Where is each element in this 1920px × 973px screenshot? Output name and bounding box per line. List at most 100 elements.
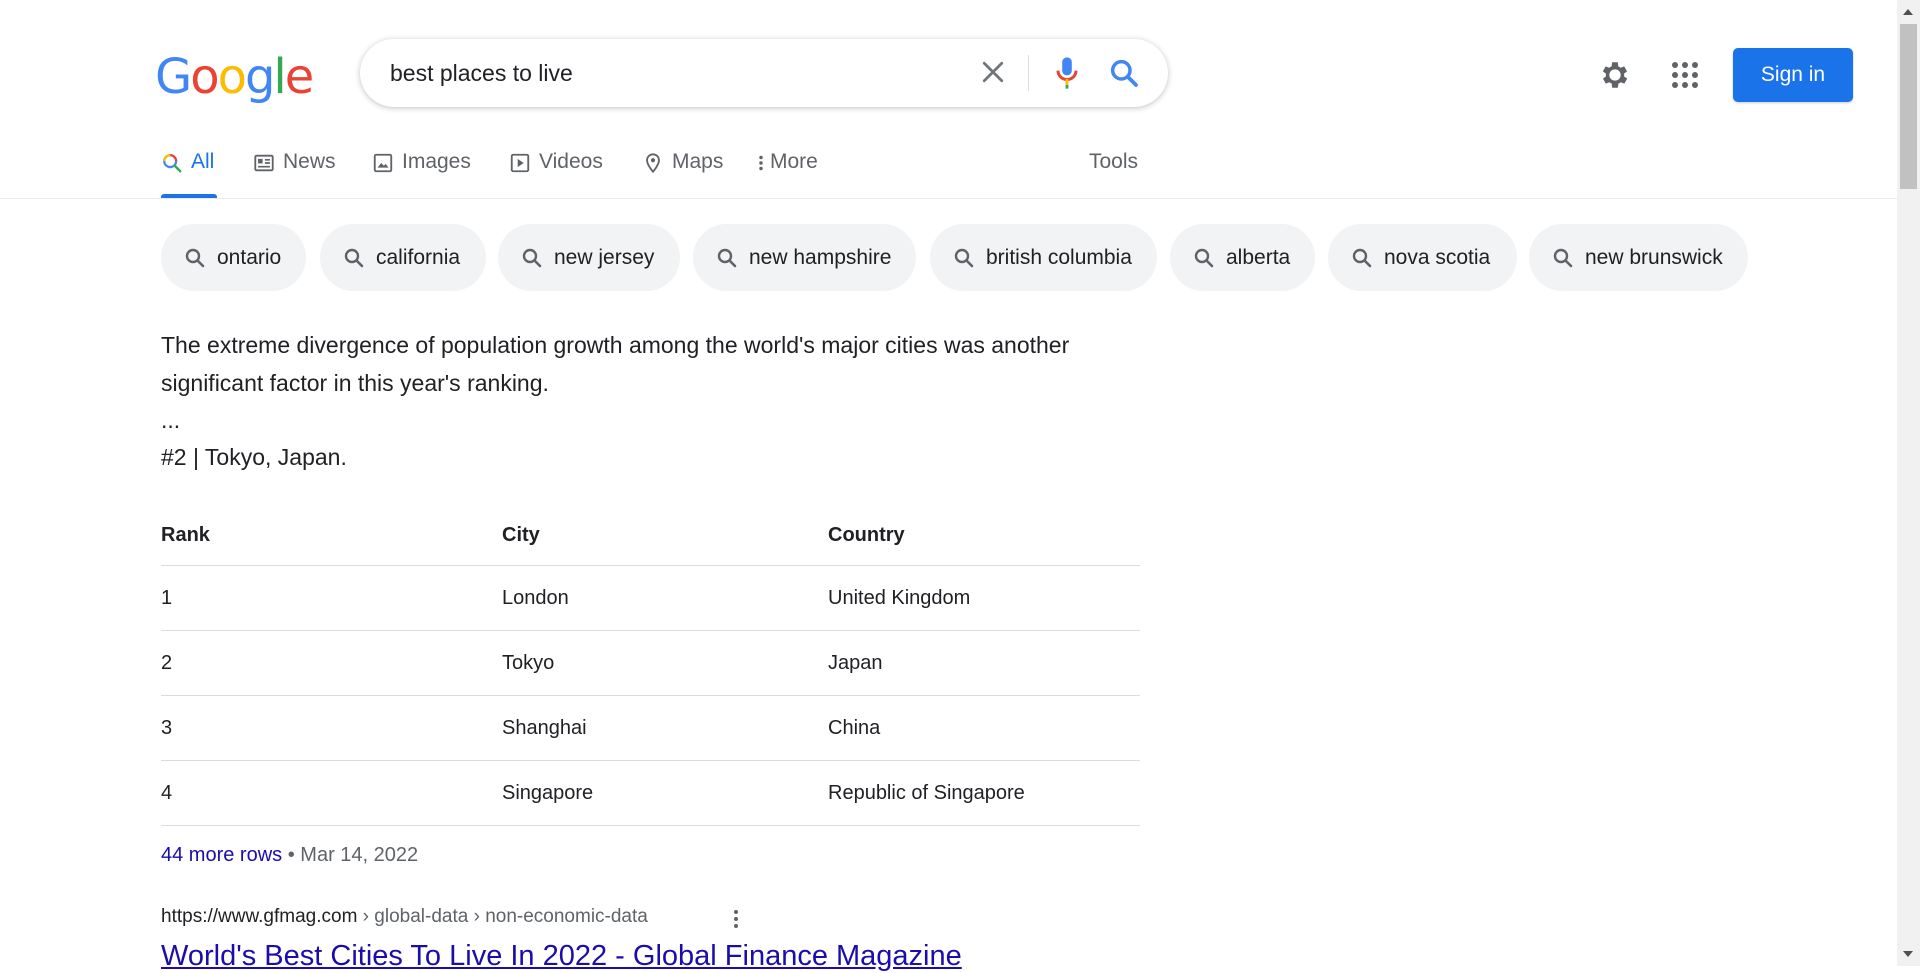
- page-scrollbar[interactable]: [1897, 0, 1920, 966]
- result-domain: https://www.gfmag.com: [161, 906, 358, 927]
- snippet-date: Mar 14, 2022: [300, 844, 419, 866]
- search-icon: [522, 248, 542, 267]
- table-row: 4 Singapore Republic of Singapore: [161, 760, 1140, 826]
- snippet-ellipsis: ...: [161, 407, 181, 433]
- separator: •: [282, 844, 301, 866]
- image-icon: [373, 153, 393, 173]
- tab-label: Maps: [672, 150, 724, 173]
- chip-label: ontario: [217, 245, 282, 269]
- search-icon: [1352, 248, 1372, 267]
- chip-label: new jersey: [554, 245, 655, 269]
- tab-maps[interactable]: Maps: [642, 150, 723, 198]
- tab-news[interactable]: News: [253, 150, 336, 198]
- chip-label: new brunswick: [1585, 245, 1723, 269]
- logo-letter: o: [217, 49, 247, 105]
- chip-new-jersey[interactable]: new jersey: [498, 224, 680, 291]
- more-vert-icon: [759, 155, 763, 171]
- chip-british-columbia[interactable]: british columbia: [930, 224, 1157, 291]
- snippet-text-line: The extreme divergence of population gro…: [161, 332, 1070, 358]
- video-icon: [510, 153, 530, 173]
- chip-label: british columbia: [986, 245, 1132, 269]
- apps-grid-icon[interactable]: [1670, 60, 1700, 90]
- tab-label: Images: [402, 150, 471, 173]
- country-cell: Republic of Singapore: [828, 760, 1140, 826]
- ranking-table: Rank City Country 1 London United Kingdo…: [161, 505, 1140, 826]
- chip-nova-scotia[interactable]: nova scotia: [1328, 224, 1517, 291]
- search-icon: [163, 154, 182, 173]
- search-box[interactable]: best places to live: [360, 39, 1168, 107]
- logo-letter: e: [284, 49, 314, 105]
- table-header-row: Rank City Country: [161, 505, 1140, 566]
- scroll-down-arrow-icon[interactable]: [1903, 951, 1913, 957]
- rank-cell: 3: [161, 695, 502, 761]
- featured-snippet: The extreme divergence of population gro…: [161, 326, 1161, 476]
- news-icon: [254, 154, 274, 172]
- snippet-text-line: significant factor in this year's rankin…: [161, 370, 549, 396]
- map-pin-icon: [646, 153, 660, 174]
- table-row: 1 London United Kingdom: [161, 565, 1140, 631]
- city-cell: London: [502, 565, 828, 631]
- tab-videos[interactable]: Videos: [509, 150, 603, 198]
- chip-ontario[interactable]: ontario: [161, 224, 306, 291]
- gear-icon[interactable]: [1598, 58, 1632, 92]
- search-icon: [1553, 248, 1573, 267]
- chip-label: nova scotia: [1384, 245, 1491, 269]
- country-cell: China: [828, 695, 1140, 761]
- tab-more[interactable]: More: [756, 150, 818, 198]
- more-options-icon[interactable]: [728, 906, 744, 932]
- chip-label: alberta: [1226, 245, 1291, 269]
- tab-all[interactable]: All: [161, 150, 217, 198]
- header-divider: [0, 198, 1897, 199]
- logo-letter: G: [155, 49, 192, 105]
- search-icon[interactable]: [1108, 57, 1140, 89]
- result-title-text: World's Best Cities To Live In 2022 - Gl…: [161, 940, 962, 972]
- search-icon: [185, 248, 205, 267]
- column-header-country: Country: [828, 523, 905, 546]
- more-rows-link[interactable]: 44 more rows: [161, 844, 282, 866]
- tab-label: All: [191, 150, 215, 173]
- logo-letter: o: [190, 49, 219, 105]
- scroll-up-arrow-icon[interactable]: [1903, 9, 1913, 15]
- result-url[interactable]: https://www.gfmag.com › global-data › no…: [161, 906, 648, 928]
- table-row: 3 Shanghai China: [161, 695, 1140, 761]
- tab-label: Tools: [1089, 150, 1139, 173]
- column-header-rank: Rank: [161, 523, 210, 546]
- chip-label: new hampshire: [749, 245, 892, 269]
- tab-label: News: [283, 150, 336, 173]
- chip-new-brunswick[interactable]: new brunswick: [1529, 224, 1748, 291]
- search-icon: [717, 248, 737, 267]
- tab-label: More: [770, 150, 818, 173]
- snippet-highlight: #2 | Tokyo, Japan.: [161, 444, 347, 470]
- city-cell: Singapore: [502, 760, 828, 826]
- chip-new-hampshire[interactable]: new hampshire: [693, 224, 916, 291]
- chip-california[interactable]: california: [320, 224, 486, 291]
- country-cell: Japan: [828, 630, 1140, 696]
- rank-cell: 1: [161, 565, 502, 631]
- scrollbar-thumb[interactable]: [1900, 24, 1917, 189]
- rank-cell: 4: [161, 760, 502, 826]
- search-input[interactable]: best places to live: [390, 60, 573, 87]
- country-cell: United Kingdom: [828, 565, 1140, 631]
- tab-label: Videos: [539, 150, 603, 173]
- search-divider: [1028, 55, 1029, 91]
- column-header-city: City: [502, 523, 540, 546]
- tab-images[interactable]: Images: [372, 150, 471, 198]
- more-rows-line: 44 more rows • Mar 14, 2022: [161, 844, 418, 867]
- tab-tools[interactable]: Tools: [1089, 150, 1138, 198]
- chip-label: california: [376, 245, 461, 269]
- google-logo[interactable]: Google: [155, 49, 314, 105]
- search-icon: [344, 248, 364, 267]
- close-icon[interactable]: [978, 57, 1008, 87]
- logo-letter: g: [244, 49, 276, 105]
- search-icon: [954, 248, 974, 267]
- rank-cell: 2: [161, 630, 502, 696]
- search-icon: [1194, 248, 1214, 267]
- city-cell: Tokyo: [502, 630, 828, 696]
- logo-letter: l: [273, 49, 286, 105]
- sign-in-button[interactable]: Sign in: [1733, 48, 1853, 102]
- chip-alberta[interactable]: alberta: [1170, 224, 1315, 291]
- microphone-icon[interactable]: [1052, 55, 1082, 91]
- table-row: 2 Tokyo Japan: [161, 630, 1140, 696]
- city-cell: Shanghai: [502, 695, 828, 761]
- result-title-link[interactable]: World's Best Cities To Live In 2022 - Gl…: [161, 940, 962, 973]
